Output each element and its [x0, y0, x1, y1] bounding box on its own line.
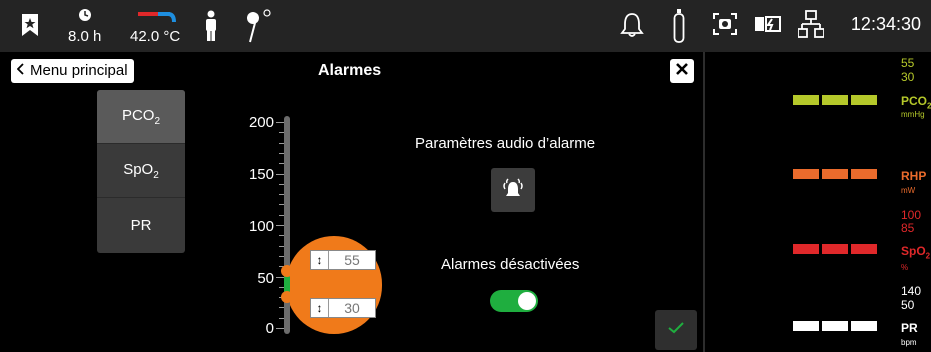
alarms-disabled-title: Alarmes désactivées [441, 256, 580, 273]
alarm-bell-icon [500, 175, 526, 206]
confirm-button[interactable] [655, 310, 697, 350]
upper-limit-value: 55 [344, 252, 360, 268]
back-button-label: Menu principal [30, 62, 128, 79]
up-down-arrow-icon: ↕ [311, 251, 329, 269]
upper-limit-handle[interactable] [281, 265, 293, 277]
pco2-bar [822, 95, 848, 105]
network-icon[interactable] [797, 10, 825, 43]
scale-tick [276, 328, 284, 329]
pco2-unit: mmHg [901, 110, 925, 119]
timer-icon [78, 8, 92, 27]
scale-label-150: 150 [248, 166, 274, 183]
pr-name: PR [901, 321, 918, 335]
scale-tick [276, 225, 284, 226]
page-title: Alarmes [318, 62, 382, 79]
spo2-unit: % [901, 263, 909, 272]
close-button[interactable] [670, 59, 694, 83]
back-button[interactable]: Menu principal [11, 59, 134, 83]
scale-tick [276, 122, 284, 123]
pr-bar [822, 321, 848, 331]
spo2-low-limit: 85 [901, 221, 915, 235]
pco2-low-limit: 30 [901, 70, 915, 84]
rhp-bar [793, 169, 819, 179]
scale-tick [276, 276, 284, 278]
pco2-bar [851, 95, 877, 105]
toggle-knob [518, 292, 536, 310]
temperature-probe-icon [138, 10, 178, 29]
chevron-left-icon [16, 59, 25, 83]
clock: 12:34:30 [850, 14, 921, 34]
patient-icon [204, 10, 218, 47]
scale-label-100: 100 [248, 218, 274, 235]
param-label: PCO2 [121, 106, 161, 127]
scale-label-50: 50 [257, 270, 274, 287]
bookmark-star-icon[interactable] [20, 12, 40, 43]
scale-label-0: 0 [265, 320, 274, 337]
top-status-bar: 8.0 h 42.0 °C 12:34:30 [0, 0, 931, 52]
spo2-bar [793, 244, 819, 254]
scale-tick [276, 173, 284, 175]
pr-high-limit: 140 [901, 284, 922, 298]
scale-label-200: 200 [248, 114, 274, 131]
duration-value: 8.0 h [68, 28, 102, 45]
screenshot-camera-icon[interactable] [712, 12, 738, 41]
battery-charging-icon [754, 14, 784, 39]
temperature-value: 42.0 °C [130, 28, 181, 45]
audio-settings-title: Paramètres audio d’alarme [415, 135, 596, 152]
rhp-bar [851, 169, 877, 179]
lower-limit-value: 30 [344, 300, 360, 316]
rhp-bar [822, 169, 848, 179]
pco2-bar [793, 95, 819, 105]
pr-bar [851, 321, 877, 331]
pco2-high-limit: 55 [901, 56, 915, 70]
audio-settings-button[interactable] [491, 168, 535, 212]
param-label: SpO2 [123, 160, 159, 181]
spo2-bar [851, 244, 877, 254]
param-label: PR [130, 216, 152, 234]
parameter-list: PCO2 SpO2 PR [97, 90, 185, 253]
rhp-unit: mW [901, 186, 916, 195]
alarms-disabled-toggle[interactable] [490, 290, 538, 312]
pco2-name: PCO2 [901, 94, 931, 111]
spo2-name: SpO2 [901, 244, 931, 261]
bell-icon[interactable] [620, 12, 644, 43]
sensor-probe-icon [246, 8, 272, 49]
close-icon [676, 62, 688, 80]
checkmark-icon [668, 321, 684, 339]
lower-limit-field[interactable]: ↕ 30 [310, 298, 376, 318]
pr-low-limit: 50 [901, 298, 915, 312]
up-down-arrow-icon: ↕ [311, 299, 329, 317]
param-item-pco2[interactable]: PCO2 [97, 90, 185, 144]
spo2-bar [822, 244, 848, 254]
rhp-name: RHP [901, 169, 927, 183]
pr-bar [793, 321, 819, 331]
pr-unit: bpm [901, 338, 917, 347]
upper-limit-field[interactable]: ↕ 55 [310, 250, 376, 270]
lower-limit-handle[interactable] [281, 291, 293, 303]
param-item-pr[interactable]: PR [97, 198, 185, 252]
gas-cylinder-icon [673, 8, 685, 49]
param-item-spo2[interactable]: SpO2 [97, 144, 185, 198]
